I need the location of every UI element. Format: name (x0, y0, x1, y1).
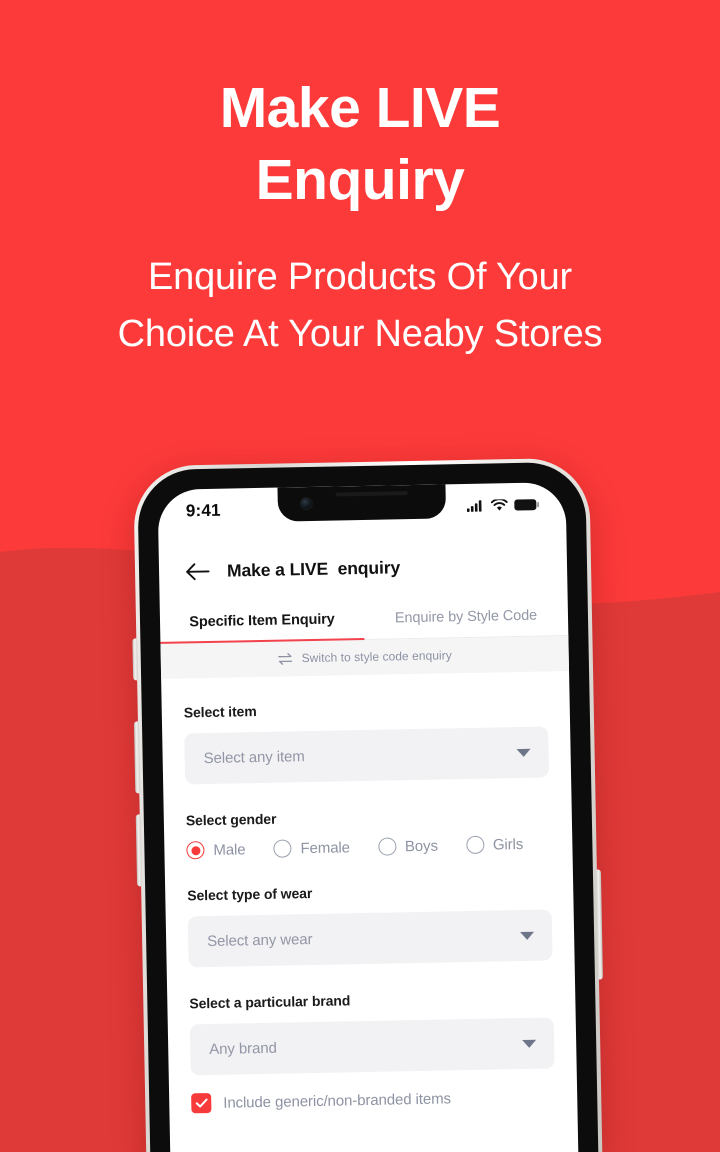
phone-notch (277, 484, 447, 522)
radio-boys-label: Boys (404, 837, 439, 855)
battery-icon (514, 499, 539, 511)
radio-girls-label: Girls (492, 835, 524, 854)
swap-arrows-icon (278, 652, 293, 665)
radio-boys-icon (377, 837, 397, 856)
earpiece-speaker-icon (335, 491, 408, 497)
hero-title: Make LIVE Enquiry (219, 76, 501, 212)
phone-screen: 9:41 Make a LIVE enquiry Specific Item E… (157, 482, 579, 1152)
checkbox-checked-icon (191, 1092, 212, 1114)
select-wear-dropdown[interactable]: Select any wear (187, 909, 553, 968)
field-select-brand: Select a particular brand Any brand (189, 988, 555, 1076)
hero-section: Make LIVE Enquiry Enquire Products Of Yo… (0, 0, 720, 363)
phone-mockup: 9:41 Make a LIVE enquiry Specific Item E… (132, 457, 603, 1152)
include-generic-checkbox-row[interactable]: Include generic/non-branded items (191, 1086, 555, 1114)
hero-subtitle: Enquire Products Of Your Choice At Your … (117, 256, 603, 355)
chevron-down-icon (516, 748, 531, 757)
enquiry-form: Select item Select any item Select gende… (161, 671, 577, 1114)
switch-bar-label: Switch to style code enquiry (301, 648, 452, 666)
status-bar-icons (466, 499, 540, 512)
front-camera-icon (299, 496, 313, 511)
select-brand-dropdown[interactable]: Any brand (189, 1017, 555, 1076)
wifi-icon (490, 499, 508, 511)
radio-girls-icon (465, 835, 485, 855)
tab-enquire-by-style-code[interactable]: Enquire by Style Code (364, 607, 569, 640)
radio-male-label: Male (213, 840, 246, 859)
radio-male[interactable]: Male (186, 840, 246, 860)
select-item-dropdown[interactable]: Select any item (184, 726, 550, 785)
cellular-signal-icon (466, 500, 482, 512)
include-generic-checkbox-label: Include generic/non-branded items (223, 1089, 452, 1112)
app-screen-title: Make a LIVE enquiry (226, 557, 401, 581)
chevron-down-icon (522, 1039, 537, 1048)
radio-female-label: Female (300, 838, 351, 857)
radio-girls[interactable]: Girls (465, 835, 524, 855)
radio-boys[interactable]: Boys (377, 837, 439, 856)
radio-female[interactable]: Female (273, 838, 351, 858)
field-select-type-of-wear: Select type of wear Select any wear (187, 880, 553, 968)
label-select-item: Select item (183, 703, 257, 721)
back-arrow-icon[interactable] (185, 562, 210, 581)
select-item-value: Select any item (203, 748, 305, 768)
field-select-item: Select item Select any item (183, 697, 550, 785)
field-select-gender: Select gender Male Female Boys Girls (186, 805, 551, 860)
phone-silent-switch[interactable] (132, 638, 139, 681)
select-brand-value: Any brand (209, 1039, 277, 1059)
phone-body: 9:41 Make a LIVE enquiry Specific Item E… (137, 461, 599, 1152)
radio-female-icon (273, 839, 292, 858)
app-header: Make a LIVE enquiry (158, 526, 567, 583)
status-bar-time: 9:41 (185, 500, 221, 521)
radio-male-icon (186, 841, 205, 860)
select-wear-value: Select any wear (207, 931, 313, 951)
chevron-down-icon (520, 931, 535, 940)
